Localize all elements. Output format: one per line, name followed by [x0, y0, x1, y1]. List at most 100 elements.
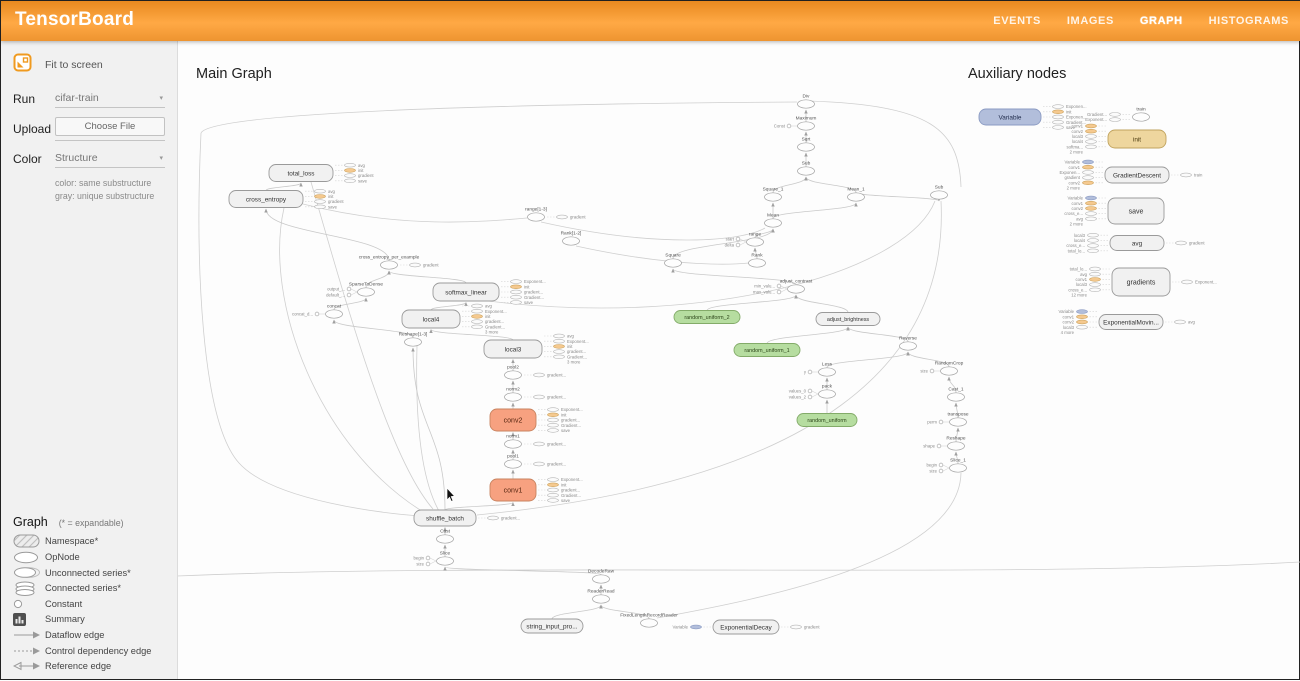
- annotation-label: gradient...: [547, 462, 566, 467]
- node-init[interactable]: init: [1108, 130, 1166, 148]
- annotation-node: [1182, 280, 1193, 284]
- node-readerread[interactable]: ReaderRead: [587, 589, 615, 604]
- constant-node: [347, 287, 351, 291]
- node-local4[interactable]: local4: [402, 310, 460, 328]
- constant-label: values_0: [789, 389, 807, 394]
- node-save[interactable]: save: [1108, 198, 1164, 224]
- annotation-node: [548, 483, 559, 487]
- annotation-node: [1053, 110, 1064, 114]
- node-flrr[interactable]: FixedLengthRecordReader: [620, 613, 678, 628]
- node-cast[interactable]: Cast: [437, 529, 454, 544]
- graph-edge: [389, 271, 466, 283]
- node-range[interactable]: range: [747, 232, 764, 247]
- node-total_loss[interactable]: total_loss: [269, 165, 333, 182]
- node-norm1[interactable]: norm1: [505, 434, 522, 449]
- node-transpose[interactable]: transpose: [947, 412, 968, 427]
- main-graph-title: Main Graph: [196, 66, 272, 82]
- run-select[interactable]: cifar-train ▾: [55, 90, 165, 108]
- annotation-node: [1053, 115, 1064, 119]
- fit-to-screen-control[interactable]: Fit to screen: [13, 53, 165, 77]
- color-select[interactable]: Structure ▾: [55, 150, 165, 168]
- node-conv1[interactable]: conv1: [490, 479, 536, 501]
- svg-text:Slice_1: Slice_1: [950, 458, 966, 464]
- node-pool2[interactable]: pool2: [505, 365, 522, 380]
- constant-label: concat_d...: [292, 312, 313, 317]
- node-train[interactable]: train: [1133, 107, 1150, 122]
- node-sparsetodense[interactable]: SparseToDense: [349, 282, 383, 297]
- graph-edge: [767, 327, 848, 344]
- node-mean[interactable]: Mean: [765, 213, 782, 228]
- constant-label: output_...: [327, 287, 345, 292]
- node-rank12[interactable]: Rank[1-2]: [561, 231, 582, 246]
- node-conv2[interactable]: conv2: [490, 409, 536, 431]
- node-ru0[interactable]: random_uniform: [797, 414, 857, 427]
- node-reshape[interactable]: Reshape: [946, 436, 966, 451]
- node-graddesc[interactable]: GradientDescent: [1105, 167, 1169, 183]
- node-slice_1[interactable]: Slice_1: [950, 458, 967, 473]
- node-mean_1[interactable]: Mean_1: [847, 187, 865, 202]
- opnode-icon: [13, 551, 45, 564]
- svg-text:Square_1: Square_1: [763, 187, 784, 193]
- node-gradients[interactable]: gradients: [1112, 268, 1170, 296]
- node-less[interactable]: Less: [819, 362, 836, 377]
- node-resh13[interactable]: Reshape[1-3]: [399, 332, 428, 347]
- node-string_input[interactable]: string_input_pro...: [521, 619, 583, 633]
- annotation-node: [488, 516, 499, 520]
- svg-text:save: save: [1129, 209, 1144, 216]
- node-expdecay[interactable]: ExponentialDecay: [713, 620, 779, 634]
- node-shuffle_batch[interactable]: shuffle_batch: [414, 510, 476, 526]
- graph-edge: [657, 473, 961, 618]
- node-sub[interactable]: Sub: [798, 161, 815, 176]
- legend-item-label: OpNode: [45, 552, 80, 562]
- node-concat[interactable]: concat: [326, 304, 343, 319]
- annotation-node: [548, 408, 559, 412]
- tab-graph[interactable]: GRAPH: [1140, 15, 1183, 27]
- node-square[interactable]: Square: [665, 253, 682, 268]
- node-adjust_brightness[interactable]: adjust_brightness: [816, 313, 880, 326]
- app-header: TensorBoard EVENTSIMAGESGRAPHHISTOGRAMS: [1, 1, 1300, 41]
- node-slice[interactable]: Slice: [437, 551, 454, 566]
- node-pool1[interactable]: pool1: [505, 454, 522, 469]
- constant-label: values_2: [789, 395, 807, 400]
- node-norm2[interactable]: norm2: [505, 387, 522, 402]
- svg-text:FixedLengthRecordReader: FixedLengthRecordReader: [620, 613, 678, 619]
- node-local3[interactable]: local3: [484, 340, 542, 358]
- node-square_1[interactable]: Square_1: [763, 187, 784, 202]
- node-decoderaw[interactable]: DecodeRaw: [588, 569, 615, 584]
- node-ru2[interactable]: random_uniform_2: [674, 311, 740, 324]
- annotation-node: [1083, 176, 1094, 180]
- tab-events[interactable]: EVENTS: [993, 15, 1041, 27]
- node-avg[interactable]: avg: [1110, 236, 1164, 251]
- annotation-node: [1090, 283, 1101, 287]
- annotation-node: [1086, 207, 1097, 211]
- node-softmax_linear[interactable]: softmax_linear: [433, 283, 499, 301]
- tab-images[interactable]: IMAGES: [1067, 15, 1114, 27]
- node-maximum[interactable]: Maximum: [796, 116, 817, 131]
- node-reverse[interactable]: Reverse: [899, 336, 917, 351]
- control-edge-icon: [13, 646, 45, 656]
- node-range13[interactable]: range[1-3]: [525, 207, 547, 222]
- node-variable[interactable]: Variable: [979, 109, 1041, 125]
- annotation-node: [1175, 320, 1186, 324]
- annotation-node: [1086, 124, 1097, 128]
- node-div[interactable]: Div: [798, 94, 815, 109]
- choose-file-button[interactable]: Choose File: [55, 117, 165, 136]
- tab-histograms[interactable]: HISTOGRAMS: [1209, 15, 1289, 27]
- node-rank[interactable]: Rank: [749, 253, 766, 268]
- node-sub_r[interactable]: Sub: [931, 185, 948, 200]
- node-pack[interactable]: pack: [819, 384, 836, 399]
- node-ru1[interactable]: random_uniform_1: [734, 344, 800, 357]
- node-cast_1[interactable]: Cast_1: [948, 387, 965, 402]
- node-cross_entropy[interactable]: cross_entropy: [229, 191, 303, 208]
- node-sqrt[interactable]: Sqrt: [798, 137, 815, 152]
- annotation-node: [511, 290, 522, 294]
- node-cepe[interactable]: cross_entropy_per_example: [359, 255, 420, 270]
- node-adjust_contrast[interactable]: adjust_contrast: [780, 279, 813, 294]
- legend-item-label: Unconnected series*: [45, 568, 131, 578]
- constant-label: max_valu...: [753, 290, 775, 295]
- node-expmov[interactable]: ExponentialMovin...: [1099, 315, 1163, 330]
- node-randomcrop[interactable]: RandomCrop: [935, 361, 964, 376]
- fit-to-screen-icon[interactable]: [13, 53, 32, 77]
- legend-item-constant: Constant: [13, 596, 173, 612]
- constant-node: [808, 395, 812, 399]
